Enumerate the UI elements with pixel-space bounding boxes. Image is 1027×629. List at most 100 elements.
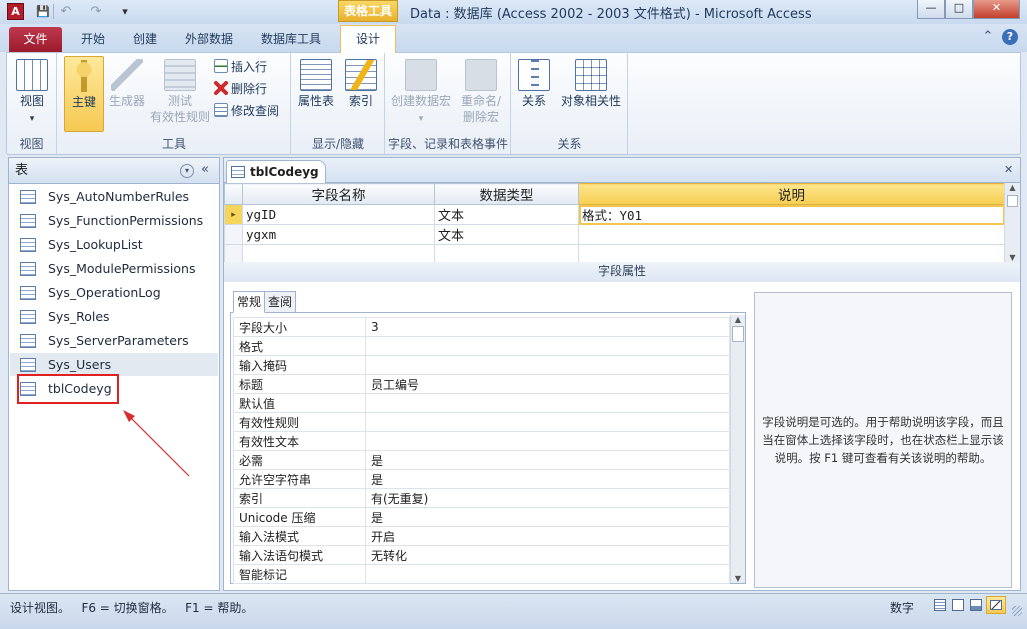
property-value[interactable]: 有(无重复) — [365, 488, 730, 508]
datasheet-view-icon[interactable] — [934, 599, 946, 611]
property-value[interactable] — [365, 412, 730, 432]
tab-external-data[interactable]: 外部数据 — [177, 28, 241, 52]
view-button[interactable]: 视图 ▾ — [12, 59, 52, 127]
indexes-button[interactable]: 索引 — [342, 59, 380, 109]
scroll-up-icon[interactable]: ▲ — [1005, 183, 1020, 192]
collapse-ribbon-icon[interactable]: ⌃ — [980, 29, 996, 45]
insert-row-button[interactable]: 插入行 — [214, 56, 267, 76]
property-value[interactable]: 3 — [365, 317, 730, 337]
help-icon[interactable]: ? — [1002, 29, 1018, 45]
property-sheet-button[interactable]: 属性表 — [295, 59, 337, 109]
property-row[interactable]: 字段大小 3 — [233, 317, 730, 337]
column-header-field-name[interactable]: 字段名称 — [242, 183, 435, 205]
object-dependencies-button[interactable]: 对象相关性 — [558, 59, 624, 109]
property-value[interactable] — [365, 393, 730, 413]
scroll-down-icon[interactable]: ▼ — [731, 574, 745, 583]
scroll-thumb[interactable] — [732, 326, 744, 342]
pivotchart-view-icon[interactable] — [970, 599, 982, 611]
empty-cell[interactable] — [434, 244, 579, 263]
close-document-icon[interactable]: ✕ — [1004, 163, 1013, 176]
access-app-icon[interactable]: A — [7, 3, 24, 20]
minimize-button[interactable]: — — [917, 0, 945, 19]
maximize-button[interactable]: □ — [945, 0, 973, 19]
data-type-cell[interactable]: 文本 — [434, 204, 579, 225]
tab-general[interactable]: 常规 — [233, 291, 266, 313]
pivottable-view-icon[interactable] — [952, 599, 964, 611]
nav-item-sys-lookuplist[interactable]: Sys_LookupList — [14, 233, 218, 256]
column-header-description[interactable]: 说明 — [578, 183, 1005, 205]
tab-database-tools[interactable]: 数据库工具 — [253, 28, 329, 52]
description-cell[interactable]: 格式：Y01 — [578, 204, 1005, 225]
property-value[interactable] — [365, 336, 730, 356]
scroll-thumb[interactable] — [1007, 195, 1018, 207]
table-row[interactable]: ▸ ygID 文本 格式：Y01 — [224, 204, 1005, 225]
property-row[interactable]: Unicode 压缩是 — [233, 507, 730, 527]
create-data-macros-button[interactable]: 创建数据宏 ▾ — [390, 59, 452, 127]
field-name-cell[interactable]: ygID — [242, 204, 435, 225]
close-button[interactable]: ✕ — [973, 0, 1020, 19]
rename-delete-macro-button[interactable]: 重命名/删除宏 — [456, 59, 506, 125]
empty-cell[interactable] — [242, 244, 435, 263]
property-row[interactable]: 有效性规则 — [233, 412, 730, 432]
row-selector[interactable] — [224, 244, 243, 263]
properties-scrollbar[interactable]: ▲ ▼ — [730, 315, 745, 583]
data-type-cell[interactable]: 文本 — [434, 224, 579, 245]
column-header-data-type[interactable]: 数据类型 — [434, 183, 579, 205]
nav-item-sys-users[interactable]: Sys_Users — [10, 353, 218, 376]
resize-grip-icon[interactable] — [1012, 606, 1022, 616]
modify-lookups-button[interactable]: 修改查阅 — [214, 100, 279, 120]
nav-item-sys-modulepermissions[interactable]: Sys_ModulePermissions — [14, 257, 218, 280]
empty-cell[interactable] — [578, 244, 1005, 263]
primary-key-button[interactable]: 主键 — [64, 56, 104, 132]
nav-item-sys-serverparameters[interactable]: Sys_ServerParameters — [14, 329, 218, 352]
grid-vertical-scrollbar[interactable]: ▲ ▼ — [1004, 183, 1020, 262]
redo-icon[interactable]: ↷ — [88, 3, 104, 20]
row-selector[interactable] — [224, 224, 243, 245]
tab-create[interactable]: 创建 — [124, 28, 166, 52]
property-row[interactable]: 输入法模式 开启 — [233, 526, 730, 546]
property-row[interactable]: 输入掩码 — [233, 355, 730, 375]
property-row[interactable]: 标题 员工编号 — [233, 374, 730, 394]
nav-item-sys-roles[interactable]: Sys_Roles — [14, 305, 218, 328]
property-value[interactable]: 开启 — [365, 526, 730, 546]
property-value[interactable]: 是 — [365, 450, 730, 470]
scroll-up-icon[interactable]: ▲ — [731, 315, 745, 324]
property-value[interactable]: 是 — [365, 507, 730, 527]
property-row[interactable]: 索引 有(无重复) — [233, 488, 730, 508]
builder-button[interactable]: 生成器 — [106, 59, 148, 109]
table-row[interactable]: ygxm 文本 — [224, 224, 1005, 245]
nav-item-sys-functionpermissions[interactable]: Sys_FunctionPermissions — [14, 209, 218, 232]
undo-icon[interactable]: ↶ — [58, 3, 74, 20]
tab-design[interactable]: 设计 — [340, 25, 396, 53]
nav-dropdown-icon[interactable]: ▾ — [180, 164, 194, 178]
delete-row-button[interactable]: 删除行 — [214, 78, 267, 98]
tab-home[interactable]: 开始 — [72, 28, 114, 52]
field-name-cell[interactable]: ygxm — [242, 224, 435, 245]
test-validation-rules-button[interactable]: 测试 有效性规则 — [150, 59, 210, 125]
property-row[interactable]: 格式 — [233, 336, 730, 356]
nav-collapse-icon[interactable]: « — [201, 162, 209, 177]
property-value[interactable]: 无转化 — [365, 545, 730, 565]
property-row[interactable]: 智能标记 — [233, 564, 730, 584]
nav-item-sys-autonumberrules[interactable]: Sys_AutoNumberRules — [14, 185, 218, 208]
tab-lookup[interactable]: 查阅 — [264, 291, 297, 313]
property-value[interactable] — [365, 564, 730, 584]
property-row[interactable]: 默认值 — [233, 393, 730, 413]
property-value[interactable] — [365, 431, 730, 451]
design-view-icon[interactable] — [986, 596, 1006, 614]
customize-toolbar-icon[interactable]: ▾ — [118, 3, 132, 20]
property-value[interactable]: 是 — [365, 469, 730, 489]
save-icon[interactable]: 💾 — [35, 3, 51, 20]
property-row[interactable]: 允许空字符串是 — [233, 469, 730, 489]
property-row[interactable]: 必需是 — [233, 450, 730, 470]
property-value[interactable] — [365, 355, 730, 375]
relationships-button[interactable]: 关系 — [515, 59, 553, 109]
tab-file[interactable]: 文件 — [9, 27, 62, 52]
description-cell[interactable] — [578, 224, 1005, 245]
property-row[interactable]: 有效性文本 — [233, 431, 730, 451]
property-row[interactable]: 输入法语句模式 无转化 — [233, 545, 730, 565]
document-tab-tblcodeyg[interactable]: tblCodeyg — [226, 160, 326, 183]
scroll-down-icon[interactable]: ▼ — [1005, 253, 1020, 262]
property-value[interactable]: 员工编号 — [365, 374, 730, 394]
nav-item-sys-operationlog[interactable]: Sys_OperationLog — [14, 281, 218, 304]
